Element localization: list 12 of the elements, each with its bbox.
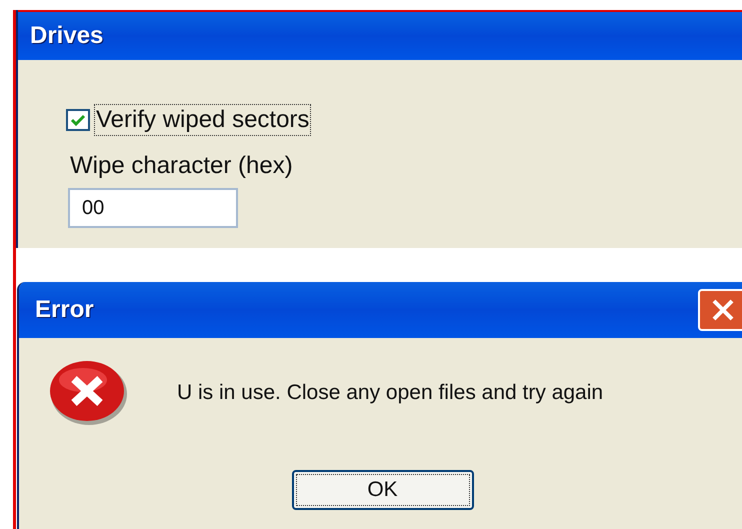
close-icon bbox=[710, 297, 736, 323]
checkbox-label[interactable]: Verify wiped sectors bbox=[94, 104, 312, 136]
field-label: Wipe character (hex) bbox=[70, 151, 293, 181]
window-title: Drives bbox=[30, 21, 104, 51]
check-icon bbox=[70, 113, 86, 127]
error-icon bbox=[49, 360, 129, 426]
close-button[interactable] bbox=[698, 289, 742, 331]
checkbox[interactable] bbox=[66, 109, 90, 131]
dialog-title: Error bbox=[35, 295, 94, 325]
error-message: U is in use. Close any open files and try again bbox=[177, 380, 604, 406]
input-field[interactable]: 00 bbox=[68, 188, 238, 228]
ok-button[interactable]: OK bbox=[292, 470, 474, 510]
